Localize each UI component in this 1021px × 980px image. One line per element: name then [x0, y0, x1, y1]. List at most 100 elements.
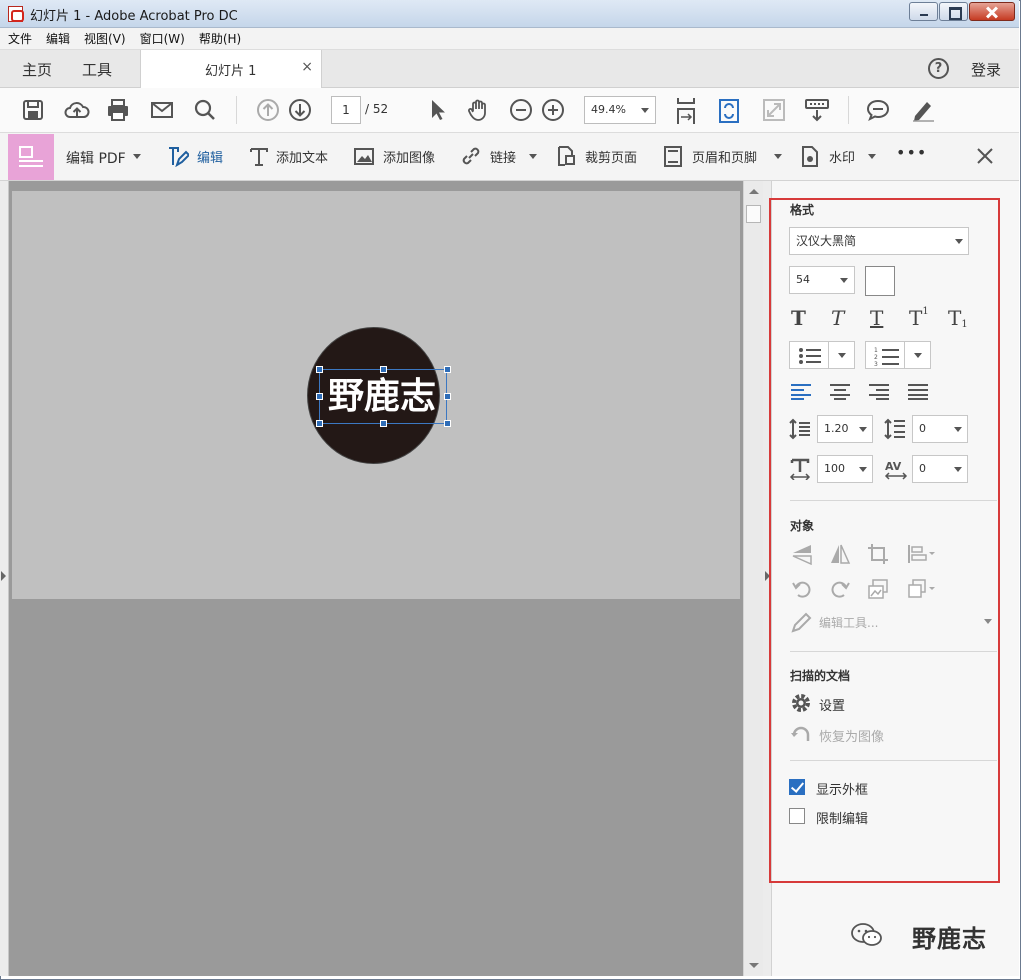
chevron-down-icon[interactable]: [529, 154, 537, 159]
align-left-icon[interactable]: [791, 384, 811, 400]
header-footer-icon[interactable]: [662, 145, 684, 167]
chevron-down-icon[interactable]: [868, 154, 876, 159]
align-right-icon[interactable]: [869, 384, 889, 400]
subscript-icon[interactable]: T1: [948, 306, 968, 330]
edit-pdf-menu[interactable]: 编辑 PDF: [66, 148, 126, 168]
scroll-down-icon[interactable]: [749, 963, 759, 968]
edit-button[interactable]: 编辑: [197, 147, 223, 166]
chevron-down-icon[interactable]: [838, 353, 846, 358]
add-text-icon[interactable]: [248, 145, 270, 167]
menu-file[interactable]: 文件: [8, 30, 32, 47]
italic-icon[interactable]: T: [831, 306, 844, 330]
add-image-button[interactable]: 添加图像: [383, 147, 435, 166]
page-number-input[interactable]: 1: [331, 96, 361, 124]
numbered-list-button[interactable]: 123: [865, 341, 931, 369]
resize-handle[interactable]: [444, 393, 451, 400]
zoom-level-select[interactable]: 49.4%: [584, 96, 656, 124]
flip-vertical-icon[interactable]: [791, 543, 813, 565]
underline-icon[interactable]: T: [870, 306, 883, 330]
sign-pen-icon[interactable]: [911, 98, 935, 122]
settings-button[interactable]: 设置: [819, 695, 845, 714]
resize-handle[interactable]: [444, 366, 451, 373]
vertical-scrollbar[interactable]: [743, 181, 763, 976]
minimize-button[interactable]: [909, 2, 938, 21]
link-icon[interactable]: [460, 145, 482, 167]
next-page-icon[interactable]: [288, 98, 312, 122]
restrict-editing-checkbox[interactable]: [789, 808, 805, 824]
crop-page-button[interactable]: 裁剪页面: [585, 147, 637, 166]
left-panel-toggle[interactable]: [0, 181, 8, 976]
cloud-upload-icon[interactable]: [63, 98, 91, 122]
edit-text-image-icon[interactable]: [167, 145, 189, 167]
zoom-out-icon[interactable]: [509, 98, 533, 122]
watermark-icon[interactable]: [799, 145, 821, 167]
save-icon[interactable]: [21, 98, 45, 122]
zoom-in-icon[interactable]: [541, 98, 565, 122]
arrange-objects-icon[interactable]: [907, 578, 937, 600]
hand-tool-icon[interactable]: [466, 98, 490, 122]
gear-icon[interactable]: [790, 692, 812, 714]
slide-page[interactable]: 野鹿志: [12, 191, 740, 599]
close-icon[interactable]: [975, 146, 995, 166]
rotate-right-icon[interactable]: [829, 578, 851, 600]
chevron-down-icon[interactable]: [914, 353, 922, 358]
flip-horizontal-icon[interactable]: [829, 543, 851, 565]
close-tab-icon[interactable]: ×: [301, 59, 313, 75]
rotate-left-icon[interactable]: [791, 578, 813, 600]
replace-image-icon[interactable]: [867, 578, 889, 600]
print-icon[interactable]: [106, 98, 130, 122]
tab-tools[interactable]: 工具: [82, 59, 112, 80]
menu-window[interactable]: 窗口(W): [140, 30, 185, 47]
watermark-button[interactable]: 水印: [829, 147, 855, 166]
resize-handle[interactable]: [316, 393, 323, 400]
email-icon[interactable]: [150, 98, 174, 122]
font-family-select[interactable]: 汉仪大黑简: [789, 227, 969, 255]
align-justify-icon[interactable]: [908, 384, 928, 400]
maximize-button[interactable]: [939, 2, 968, 21]
font-color-swatch[interactable]: [865, 266, 895, 296]
menu-help[interactable]: 帮助(H): [199, 30, 241, 47]
chevron-down-icon[interactable]: [133, 154, 141, 159]
chevron-down-icon[interactable]: [774, 154, 782, 159]
search-icon[interactable]: [193, 98, 217, 122]
menu-view[interactable]: 视图(V): [84, 30, 126, 47]
select-cursor-icon[interactable]: [426, 98, 450, 122]
bullet-list-button[interactable]: [789, 341, 855, 369]
revert-to-image-button[interactable]: 恢复为图像: [819, 726, 884, 745]
chevron-down-icon[interactable]: [984, 619, 992, 624]
resize-handle[interactable]: [444, 420, 451, 427]
full-screen-icon[interactable]: [762, 98, 786, 122]
help-icon[interactable]: ?: [928, 58, 949, 79]
tab-document[interactable]: 幻灯片 1 ×: [140, 50, 322, 88]
scroll-up-icon[interactable]: [749, 189, 759, 194]
read-mode-icon[interactable]: [804, 98, 830, 122]
rotate-page-icon[interactable]: [718, 98, 740, 124]
edit-pdf-tool-icon[interactable]: [8, 134, 54, 180]
right-panel-toggle[interactable]: [763, 181, 772, 976]
resize-handle[interactable]: [316, 366, 323, 373]
add-text-button[interactable]: 添加文本: [276, 147, 328, 166]
login-button[interactable]: 登录: [971, 59, 1001, 80]
edit-tools-dropdown[interactable]: 编辑工具...: [819, 614, 878, 631]
crop-image-icon[interactable]: [867, 543, 889, 565]
resize-handle[interactable]: [380, 366, 387, 373]
scroll-thumb[interactable]: [746, 205, 761, 223]
resize-handle[interactable]: [316, 420, 323, 427]
close-window-button[interactable]: [969, 2, 1015, 21]
header-footer-button[interactable]: 页眉和页脚: [692, 147, 757, 166]
resize-handle[interactable]: [380, 420, 387, 427]
comment-icon[interactable]: [866, 98, 890, 122]
fit-page-icon[interactable]: [675, 97, 697, 125]
menu-edit[interactable]: 编辑: [46, 30, 70, 47]
crop-page-icon[interactable]: [555, 145, 577, 167]
link-button[interactable]: 链接: [490, 147, 516, 166]
previous-page-icon[interactable]: [256, 98, 280, 122]
tab-home[interactable]: 主页: [22, 59, 52, 80]
bold-icon[interactable]: T: [791, 306, 806, 330]
align-objects-icon[interactable]: [907, 543, 937, 565]
superscript-icon[interactable]: T1: [909, 306, 929, 330]
show-frame-checkbox[interactable]: [789, 779, 805, 795]
more-tools-icon[interactable]: •••: [896, 143, 927, 162]
add-image-icon[interactable]: [353, 145, 375, 167]
align-center-icon[interactable]: [830, 384, 850, 400]
